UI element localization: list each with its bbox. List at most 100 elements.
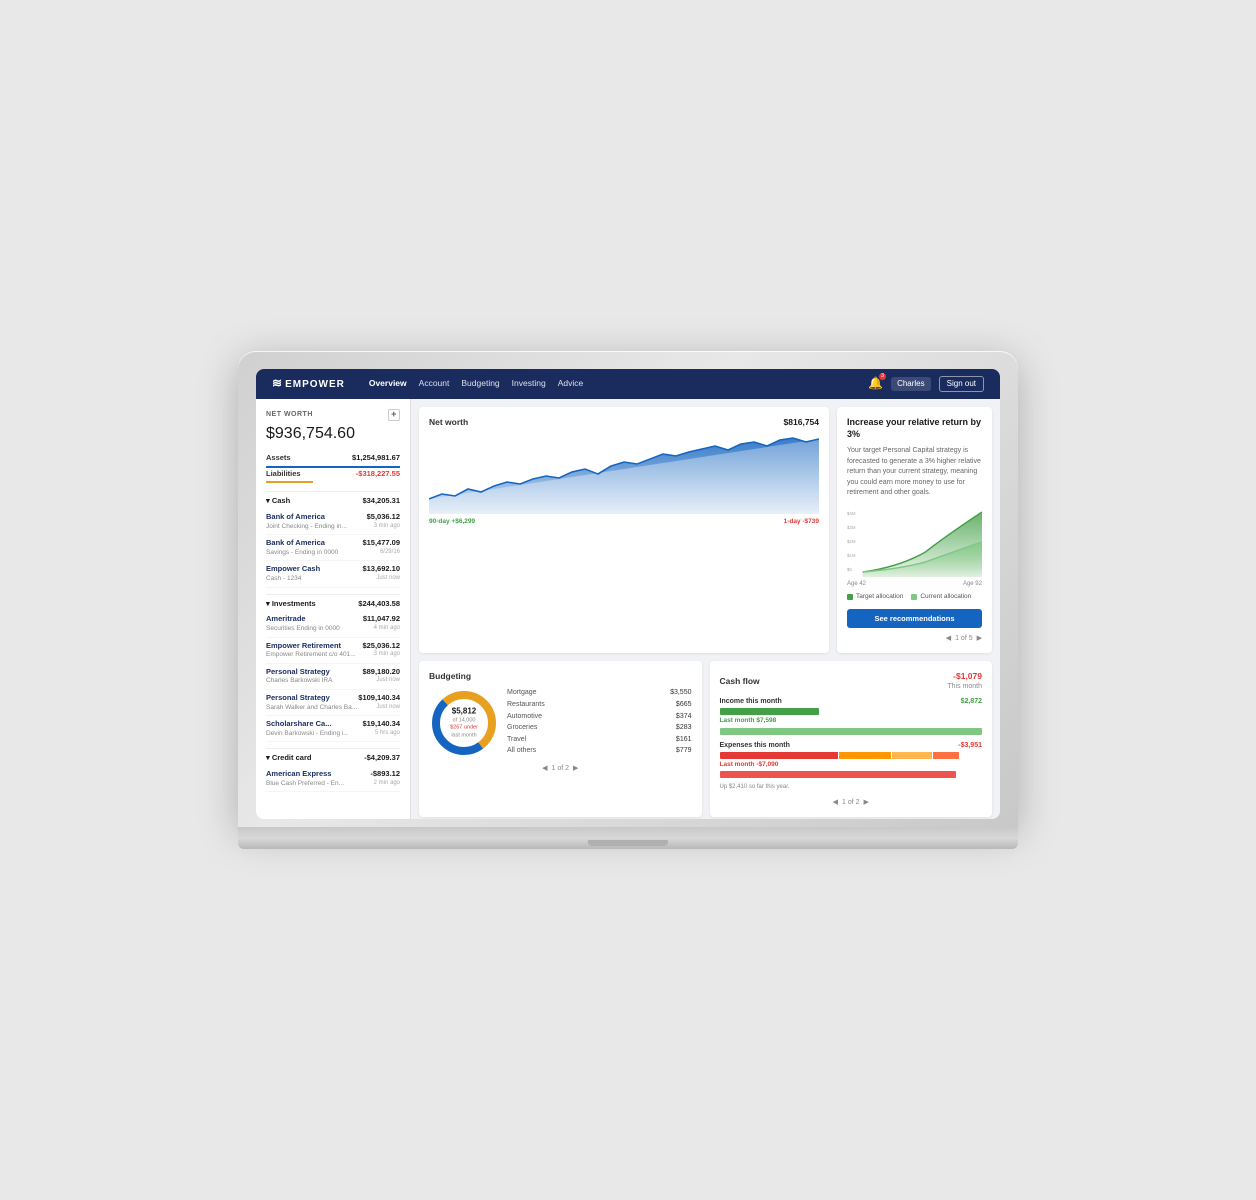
budget-prev[interactable]: ◀ bbox=[542, 764, 547, 773]
account-empower-retirement[interactable]: Empower Retirement Empower Retirement c/… bbox=[266, 638, 400, 664]
expenses-section: Expenses this month -$3,951 bbox=[720, 741, 983, 779]
account-empower-cash[interactable]: Empower Cash Cash - 1234 $13,692.10 Just… bbox=[266, 561, 400, 587]
signout-button[interactable]: Sign out bbox=[939, 376, 984, 392]
budget-groceries: Groceries $283 bbox=[507, 723, 692, 732]
expense-bar-3 bbox=[892, 752, 931, 759]
credit-section-header[interactable]: ▾ Credit card -$4,209.37 bbox=[266, 748, 400, 766]
budget-next[interactable]: ▶ bbox=[573, 764, 578, 773]
income-label: Income this month bbox=[720, 697, 782, 706]
budget-page: 1 of 2 bbox=[551, 764, 569, 773]
nav-account[interactable]: Account bbox=[419, 376, 450, 391]
account-boa-savings[interactable]: Bank of America Savings - Ending in 0000… bbox=[266, 535, 400, 561]
income-value: $2,872 bbox=[961, 697, 982, 706]
expense-label: Expenses this month bbox=[720, 741, 790, 750]
current-legend-label: Current allocation bbox=[920, 593, 971, 601]
nav-budgeting[interactable]: Budgeting bbox=[461, 376, 499, 391]
budgeting-title: Budgeting bbox=[429, 671, 471, 682]
income-last-bar bbox=[720, 728, 983, 735]
account-personal-strategy-1[interactable]: Personal Strategy Charles Barkowski IRA … bbox=[266, 664, 400, 690]
net-worth-1day: 1-day -$739 bbox=[784, 518, 819, 526]
net-worth-card-title: Net worth bbox=[429, 417, 468, 428]
account-amex[interactable]: American Express Blue Cash Preferred - E… bbox=[266, 766, 400, 792]
income-current-bar bbox=[720, 708, 820, 715]
laptop-wrapper: ≋ EMPOWER Overview Account Budgeting Inv… bbox=[238, 351, 1018, 849]
see-recommendations-button[interactable]: See recommendations bbox=[847, 609, 982, 628]
investments-total: $244,403.58 bbox=[358, 599, 400, 609]
cashflow-next[interactable]: ▶ bbox=[864, 798, 869, 807]
income-last-month: Last month $7,598 bbox=[720, 717, 983, 725]
cash-section-header[interactable]: ▾ Cash $34,205.31 bbox=[266, 491, 400, 509]
credit-total: -$4,209.37 bbox=[364, 753, 400, 763]
expense-bar-1 bbox=[720, 752, 838, 759]
cashflow-prev[interactable]: ◀ bbox=[833, 798, 838, 807]
cash-total: $34,205.31 bbox=[362, 496, 400, 506]
budgeting-card: Budgeting bbox=[419, 661, 702, 817]
row-2: Budgeting bbox=[419, 661, 992, 817]
donut-value: $5,812 bbox=[450, 707, 478, 717]
cashflow-footer: Up $2,410 so far this year. bbox=[720, 784, 983, 792]
liabilities-bar bbox=[266, 481, 313, 483]
account-ameritrade[interactable]: Ameritrade Securities Ending in 0000 $11… bbox=[266, 611, 400, 637]
navbar: ≋ EMPOWER Overview Account Budgeting Inv… bbox=[256, 369, 1000, 399]
credit-card-section: ▾ Credit card -$4,209.37 American Expres… bbox=[266, 748, 400, 792]
budget-mortgage: Mortgage $3,550 bbox=[507, 688, 692, 697]
rec-prev-icon[interactable]: ◀ bbox=[946, 634, 951, 643]
net-worth-add-btn[interactable]: + bbox=[388, 409, 400, 421]
account-boa-checking[interactable]: Bank of America Joint Checking - Ending … bbox=[266, 509, 400, 535]
cashflow-pagination: ◀ 1 of 2 ▶ bbox=[720, 798, 983, 807]
row-1: Net worth $816,754 bbox=[419, 407, 992, 653]
net-worth-90day: 90-day +$6,299 bbox=[429, 518, 475, 526]
expense-bars bbox=[720, 752, 983, 759]
budget-others: All others $779 bbox=[507, 746, 692, 755]
rec-title: Increase your relative return by 3% bbox=[847, 417, 982, 440]
donut-of: of 14,000 bbox=[450, 717, 478, 725]
rec-chart: $4M $3M $2M $1M $0 bbox=[847, 507, 982, 577]
liabilities-row: Liabilities -$318,227.55 bbox=[266, 469, 400, 479]
account-personal-strategy-2[interactable]: Personal Strategy Sarah Walker and Charl… bbox=[266, 690, 400, 716]
budget-pagination: ◀ 1 of 2 ▶ bbox=[429, 764, 692, 773]
rec-next-icon[interactable]: ▶ bbox=[977, 634, 982, 643]
cashflow-card: Cash flow -$1,079 This month Income this… bbox=[710, 661, 993, 817]
budget-automotive: Automotive $374 bbox=[507, 712, 692, 721]
expense-last-month: Last month -$7,090 bbox=[720, 761, 983, 769]
bell-button[interactable]: 🔔 3 bbox=[868, 376, 883, 392]
donut-chart: $5,812 of 14,000 $267 under last month bbox=[429, 688, 499, 758]
rec-legend: Target allocation Current allocation bbox=[847, 593, 982, 601]
expense-bar-4 bbox=[933, 752, 959, 759]
budget-list: Mortgage $3,550 Restaurants $665 bbox=[507, 688, 692, 758]
current-legend-dot bbox=[911, 594, 917, 600]
main-content: Net worth $816,754 bbox=[411, 399, 1000, 819]
investments-section-title: ▾ Investments bbox=[266, 599, 316, 609]
nav-links: Overview Account Budgeting Investing Adv… bbox=[369, 376, 852, 391]
cash-section: ▾ Cash $34,205.31 Bank of America Joint … bbox=[266, 491, 400, 587]
svg-text:$2M: $2M bbox=[847, 539, 856, 544]
laptop-bezel: ≋ EMPOWER Overview Account Budgeting Inv… bbox=[256, 369, 1000, 819]
account-scholarshare[interactable]: Scholarshare Ca... Devin Barkowski - End… bbox=[266, 716, 400, 742]
investments-section: ▾ Investments $244,403.58 Ameritrade Sec… bbox=[266, 594, 400, 743]
expense-bar-2 bbox=[839, 752, 892, 759]
laptop-notch bbox=[588, 840, 668, 846]
rec-age-end: Age 92 bbox=[963, 581, 982, 589]
logo-icon: ≋ bbox=[272, 376, 281, 392]
credit-section-title: ▾ Credit card bbox=[266, 753, 311, 763]
nav-advice[interactable]: Advice bbox=[558, 376, 584, 391]
logo-text: EMPOWER bbox=[285, 378, 345, 391]
cashflow-value: -$1,079 bbox=[947, 671, 982, 682]
svg-text:$0: $0 bbox=[847, 567, 852, 572]
net-worth-chart bbox=[429, 434, 819, 514]
recommendation-card: Increase your relative return by 3% Your… bbox=[837, 407, 992, 653]
budget-travel: Travel $161 bbox=[507, 735, 692, 744]
user-menu[interactable]: Charles bbox=[891, 377, 931, 391]
nav-overview[interactable]: Overview bbox=[369, 376, 407, 391]
investments-section-header[interactable]: ▾ Investments $244,403.58 bbox=[266, 594, 400, 612]
donut-period: last month bbox=[450, 732, 478, 740]
target-legend-dot bbox=[847, 594, 853, 600]
net-worth-card-value: $816,754 bbox=[784, 417, 819, 428]
cashflow-title: Cash flow bbox=[720, 676, 760, 687]
net-worth-card: Net worth $816,754 bbox=[419, 407, 829, 653]
net-worth-label: NET WORTH + bbox=[266, 409, 400, 421]
bell-badge: 3 bbox=[879, 373, 886, 380]
expense-last-bar bbox=[720, 771, 956, 778]
nav-investing[interactable]: Investing bbox=[512, 376, 546, 391]
donut-under: $267 under bbox=[450, 725, 478, 733]
